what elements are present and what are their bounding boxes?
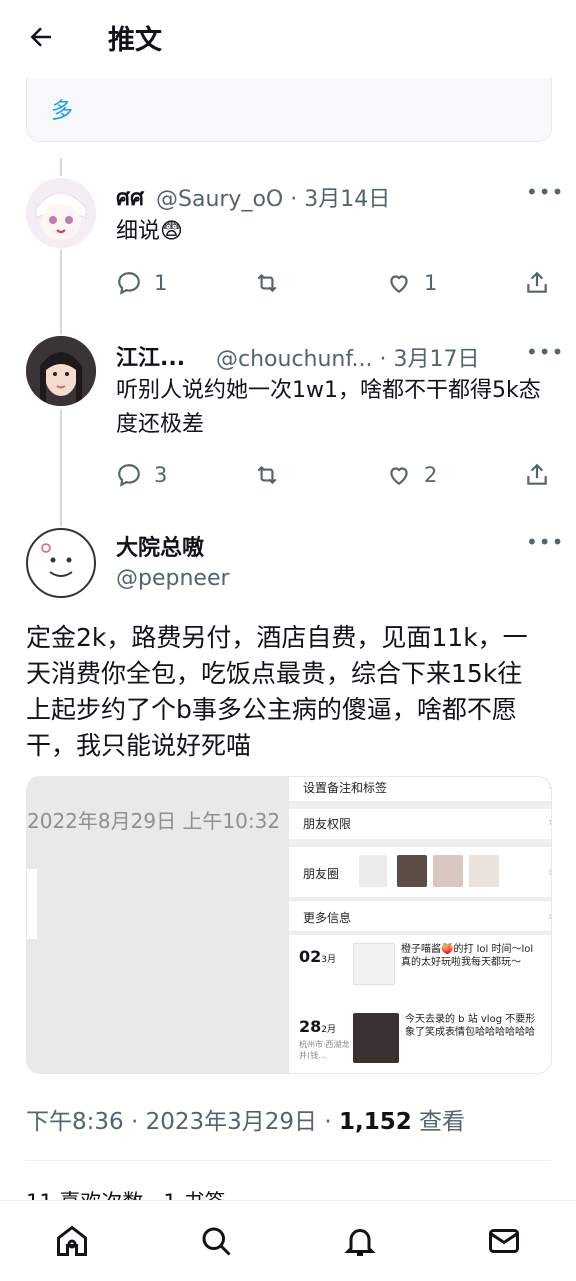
tweet-meta: 下午8:36 · 2023年3月29日 · 1,152 查看 xyxy=(26,1109,466,1135)
retweet-icon xyxy=(257,273,277,293)
bottom-tab-bar xyxy=(0,1200,576,1281)
avatar[interactable] xyxy=(26,528,96,598)
thread-line xyxy=(60,250,62,334)
tweet-date: 2023年3月29日 xyxy=(145,1109,318,1135)
thumbnail xyxy=(397,855,427,887)
show-more-link[interactable]: 多 xyxy=(51,93,73,125)
retweet-button[interactable] xyxy=(254,270,280,296)
media-right-panel: 设置备注和标签› 朋友权限› 朋友圈› 更多信息› 023月 橙子喵酱🍑的打 l… xyxy=(289,777,551,1073)
reply-icon xyxy=(118,464,140,487)
media-row: 朋友权限› xyxy=(303,815,551,831)
back-icon[interactable] xyxy=(26,22,56,52)
tweet-text: 定金2k，路费另付，酒店自费，见面11k，一天消费你全包，吃饭点最贵，综合下来1… xyxy=(26,623,528,760)
author-meta: @Saury_oO · 3月14日 xyxy=(156,187,391,212)
more-options-icon[interactable]: ••• xyxy=(526,530,564,554)
media-left-panel: 2022年8月29日 上午10:32 xyxy=(27,777,289,1073)
top-bar: 推文 xyxy=(0,0,576,78)
divider xyxy=(289,801,551,809)
post-location: 杭州市·西湖龙井(钱... xyxy=(299,1040,350,1060)
post-text: 橙子喵酱🍑的打 lol 时间～lol 真的太好玩啦我每天都玩～ xyxy=(401,944,534,968)
share-icon xyxy=(527,463,547,485)
thumbnail xyxy=(353,1013,399,1063)
media-edge-marker xyxy=(27,869,37,939)
reply-date: 3月17日 xyxy=(393,347,480,372)
reply-count: 3 xyxy=(154,463,168,487)
views-label: 查看 xyxy=(419,1109,466,1135)
share-button[interactable] xyxy=(524,462,550,488)
author-name[interactable]: 江江... xyxy=(116,340,185,372)
thumbnail xyxy=(433,855,463,887)
reply-button[interactable]: 3 xyxy=(116,462,167,488)
post-date: 282月 xyxy=(299,1017,336,1036)
search-icon[interactable] xyxy=(198,1223,234,1259)
home-icon[interactable] xyxy=(54,1223,90,1259)
post-text: 今天去录的 b 站 vlog 不要形象了笑成表情包哈哈哈哈哈哈 xyxy=(405,1014,536,1038)
author-name[interactable]: 大院总嗷 xyxy=(116,530,204,562)
reply-text: 听别人说约她一次1w1，啥都不干都得5k态度还极差 xyxy=(116,378,541,437)
thread-line xyxy=(60,410,62,526)
divider xyxy=(289,839,551,847)
thumbnail xyxy=(353,943,395,985)
like-button[interactable]: 2 xyxy=(386,462,437,488)
author-handle[interactable]: @chouchunf... xyxy=(216,347,373,372)
divider xyxy=(26,1160,550,1161)
retweet-icon xyxy=(257,465,277,485)
like-count: 1 xyxy=(424,271,438,295)
author-name[interactable]: ศศ xyxy=(116,180,144,215)
bell-icon[interactable] xyxy=(342,1223,378,1259)
heart-icon xyxy=(390,467,408,485)
views-count: 1,152 xyxy=(338,1109,412,1135)
page-title: 推文 xyxy=(108,25,162,56)
post-date: 023月 xyxy=(299,947,336,966)
avatar[interactable] xyxy=(26,178,96,248)
thumbnail xyxy=(359,855,387,887)
reply-text: 细说😨 xyxy=(116,219,183,244)
avatar[interactable] xyxy=(26,336,96,406)
like-count: 2 xyxy=(424,463,438,487)
tweet-media[interactable]: 2022年8月29日 上午10:32 设置备注和标签› 朋友权限› 朋友圈› 更… xyxy=(26,776,552,1074)
thread-line xyxy=(60,158,62,176)
divider xyxy=(289,897,551,901)
more-options-icon[interactable]: ••• xyxy=(526,340,564,364)
more-options-icon[interactable]: ••• xyxy=(526,180,564,204)
share-button[interactable] xyxy=(524,270,550,296)
reply-date: 3月14日 xyxy=(304,187,391,212)
heart-icon xyxy=(390,275,408,293)
mail-icon[interactable] xyxy=(486,1223,522,1259)
reply-count: 1 xyxy=(154,271,168,295)
author-meta: @chouchunf... · 3月17日 xyxy=(216,347,480,372)
retweet-button[interactable] xyxy=(254,462,280,488)
media-row: 朋友圈› xyxy=(303,865,551,881)
author-handle[interactable]: @pepneer xyxy=(116,566,230,591)
author-handle[interactable]: @Saury_oO xyxy=(156,187,283,212)
tweet-time: 下午8:36 xyxy=(26,1109,124,1135)
media-date: 2022年8月29日 上午10:32 xyxy=(27,809,281,833)
share-icon xyxy=(527,271,547,293)
thumbnail xyxy=(469,855,499,887)
media-row: 设置备注和标签› xyxy=(303,779,551,795)
like-button[interactable]: 1 xyxy=(386,270,437,296)
reply-icon xyxy=(118,272,140,295)
divider xyxy=(289,931,551,935)
reply-button[interactable]: 1 xyxy=(116,270,167,296)
media-row: 更多信息› xyxy=(303,909,551,925)
